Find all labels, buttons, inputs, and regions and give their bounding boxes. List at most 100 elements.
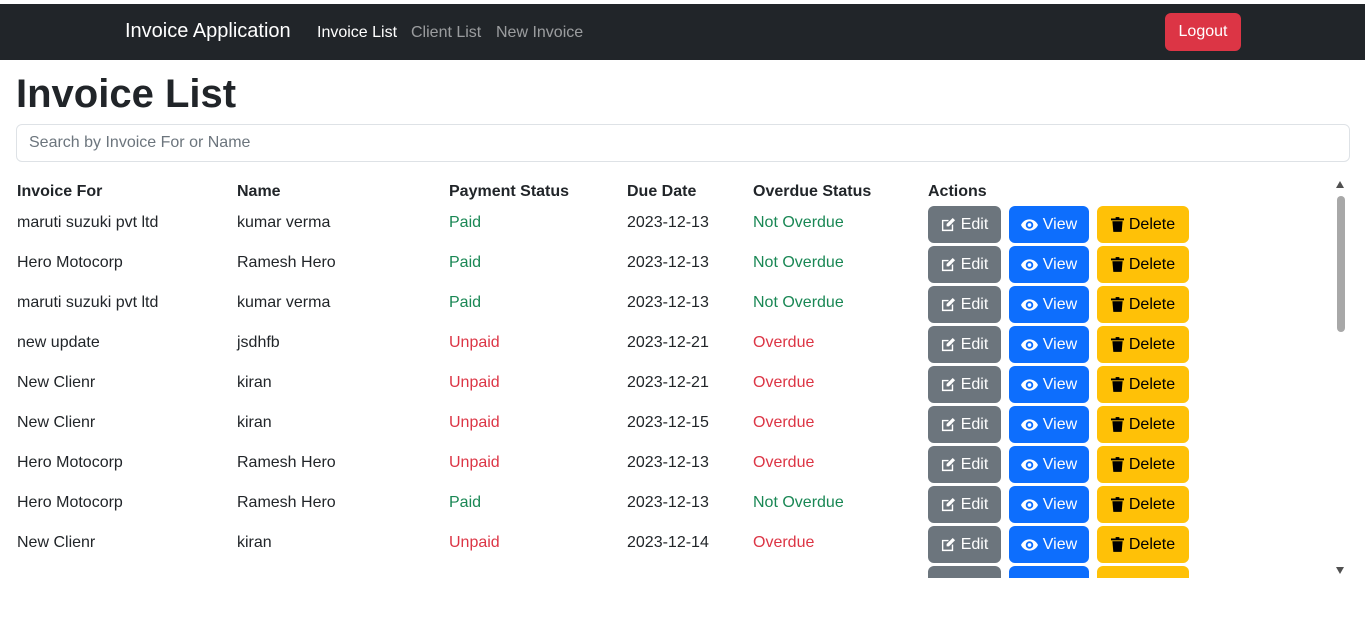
view-button[interactable]: View (1009, 206, 1089, 243)
header-invoice-for: Invoice For (17, 183, 103, 200)
delete-button[interactable]: Delete (1097, 406, 1189, 443)
logout-button[interactable]: Logout (1165, 13, 1241, 51)
cell-invoice-for: New Clienr (17, 374, 96, 391)
delete-button[interactable]: Delete (1097, 206, 1189, 243)
delete-button[interactable]: Delete (1097, 286, 1189, 323)
table-row: maruti suzuki pvt ltd kumar verma Paid 2023… (0, 204, 1335, 244)
cell-payment-status: Unpaid (449, 534, 500, 551)
brand[interactable]: Invoice Application (125, 20, 291, 43)
header-name: Name (237, 183, 281, 200)
cell-invoice-for: New Clienr (17, 534, 96, 551)
header-actions: Actions (928, 183, 987, 200)
cell-overdue-status: Not Overdue (753, 254, 844, 271)
cell-payment-status: Unpaid (449, 334, 500, 351)
scrollbar-thumb[interactable] (1337, 196, 1345, 332)
trash-icon (1110, 457, 1124, 472)
trash-icon (1110, 417, 1124, 432)
nav-link-client-list[interactable]: Client List (411, 24, 481, 42)
edit-icon (941, 377, 955, 392)
eye-icon (1020, 418, 1038, 431)
delete-button[interactable]: Delete (1097, 326, 1189, 363)
view-button[interactable]: View (1009, 446, 1089, 483)
delete-button[interactable]: Delete (1097, 446, 1189, 483)
view-button-label: View (1042, 335, 1078, 353)
table-row: New Clienr kiran Unpaid 2023-12-15 Overdue Ed… (0, 404, 1335, 444)
delete-button[interactable]: Delete (1097, 526, 1189, 563)
view-button[interactable] (1009, 566, 1089, 578)
delete-button-label: Delete (1128, 455, 1176, 473)
delete-button[interactable]: Delete (1097, 246, 1189, 283)
edit-button[interactable]: Edit (928, 286, 1001, 323)
view-button[interactable]: View (1009, 326, 1089, 363)
cell-overdue-status: Not Overdue (753, 214, 844, 231)
edit-button[interactable]: Edit (928, 446, 1001, 483)
cell-payment-status: Unpaid (449, 414, 500, 431)
edit-button-label: Edit (960, 415, 989, 433)
delete-button[interactable]: Delete (1097, 366, 1189, 403)
edit-button[interactable]: Edit (928, 206, 1001, 243)
view-button[interactable]: View (1009, 286, 1089, 323)
cell-overdue-status: Overdue (753, 414, 815, 431)
header-overdue-status: Overdue Status (753, 183, 872, 200)
delete-button[interactable] (1097, 566, 1189, 578)
edit-button-label: Edit (960, 335, 989, 353)
header-payment-status: Payment Status (449, 183, 570, 200)
edit-button[interactable]: Edit (928, 406, 1001, 443)
cell-due-date: 2023-12-13 (627, 294, 709, 311)
edit-button[interactable]: Edit (928, 246, 1001, 283)
cell-due-date: 2023-12-21 (627, 334, 709, 351)
cell-overdue-status: Not Overdue (753, 494, 844, 511)
view-button[interactable]: View (1009, 246, 1089, 283)
edit-button-label: Edit (960, 455, 989, 473)
eye-icon (1020, 498, 1038, 511)
navbar: Invoice Application Invoice List Client … (0, 4, 1365, 60)
cell-due-date: 2023-12-13 (627, 494, 709, 511)
edit-button[interactable]: Edit (928, 366, 1001, 403)
cell-name: Ramesh Hero (237, 494, 336, 511)
delete-button-label: Delete (1128, 335, 1176, 353)
view-button-label: View (1042, 535, 1078, 553)
delete-button-label: Delete (1128, 255, 1176, 273)
cell-name: kumar verma (237, 214, 331, 231)
nav-link-new-invoice[interactable]: New Invoice (496, 24, 583, 42)
cell-payment-status: Paid (449, 214, 482, 231)
edit-button[interactable]: Edit (928, 326, 1001, 363)
view-button[interactable]: View (1009, 406, 1089, 443)
delete-button-label: Delete (1128, 295, 1176, 313)
table-row: Hero Motocorp Ramesh Hero Paid 2023-12-13 No… (0, 484, 1335, 524)
cell-invoice-for: Hero Motocorp (17, 254, 123, 271)
trash-icon (1110, 337, 1124, 352)
cell-payment-status: Unpaid (449, 454, 500, 471)
cell-overdue-status: Overdue (753, 534, 815, 551)
edit-button[interactable]: Edit (928, 486, 1001, 523)
cell-name: kumar verma (237, 294, 331, 311)
edit-button[interactable] (928, 566, 1001, 578)
edit-icon (941, 297, 955, 312)
page-title: Invoice List (16, 72, 237, 116)
cell-overdue-status: Overdue (753, 374, 815, 391)
scroll-up-arrow[interactable] (1336, 181, 1344, 188)
cell-payment-status: Paid (449, 494, 482, 511)
cell-due-date: 2023-12-15 (627, 414, 709, 431)
view-button[interactable]: View (1009, 366, 1089, 403)
eye-icon (1020, 258, 1038, 271)
edit-button[interactable]: Edit (928, 526, 1001, 563)
edit-button-label: Edit (960, 295, 989, 313)
delete-button-label: Delete (1128, 495, 1176, 513)
view-button[interactable]: View (1009, 526, 1089, 563)
edit-button-label: Edit (960, 495, 989, 513)
edit-button-label: Edit (960, 375, 989, 393)
search-input[interactable] (16, 124, 1350, 162)
view-button-label: View (1042, 215, 1078, 233)
cell-name: jsdhfb (237, 334, 280, 351)
view-button[interactable]: View (1009, 486, 1089, 523)
delete-button[interactable]: Delete (1097, 486, 1189, 523)
trash-icon (1110, 257, 1124, 272)
view-button-label: View (1042, 255, 1078, 273)
nav-link-invoice-list[interactable]: Invoice List (317, 24, 397, 42)
edit-button-label: Edit (960, 215, 989, 233)
scroll-down-arrow[interactable] (1336, 567, 1344, 574)
view-button-label: View (1042, 295, 1078, 313)
trash-icon (1110, 377, 1124, 392)
table-row: new update jsdhfb Unpaid 2023-12-21 Overdue E… (0, 324, 1335, 364)
